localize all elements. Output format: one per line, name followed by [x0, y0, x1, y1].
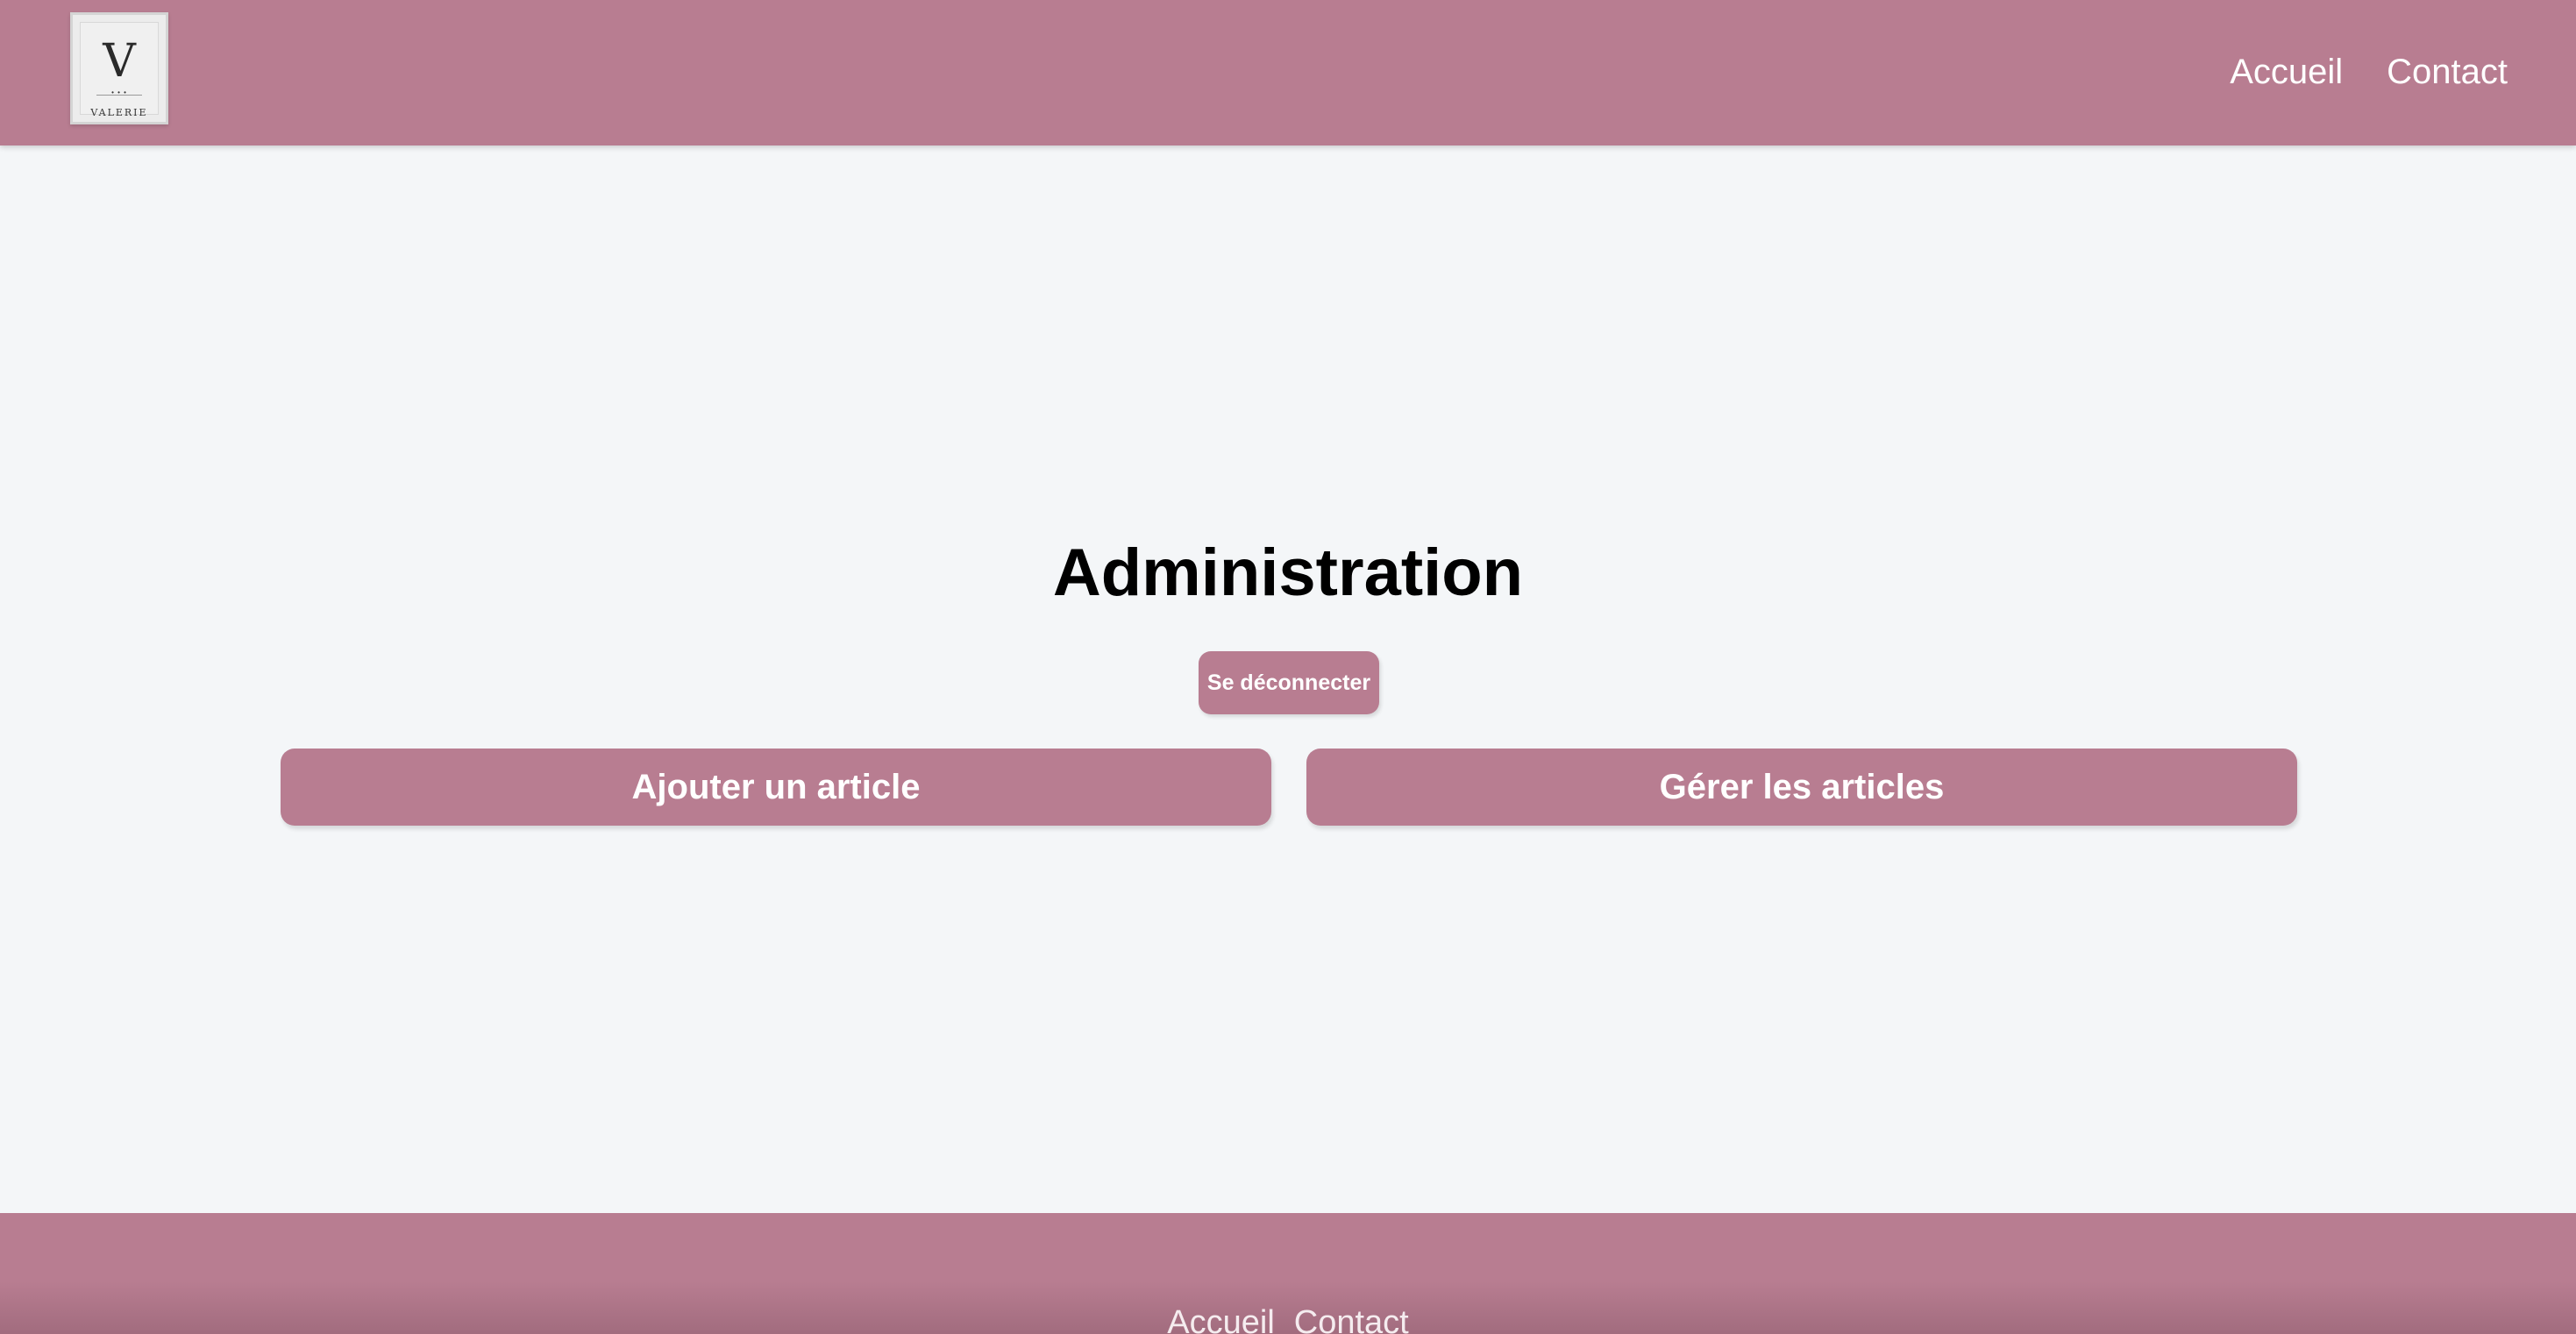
- site-footer: Accueil Contact: [0, 1213, 2576, 1334]
- logo-text: VALERIE: [90, 107, 148, 118]
- site-header: V • • • VALERIE Accueil Contact: [0, 0, 2576, 145]
- nav-link-accueil[interactable]: Accueil: [2230, 47, 2343, 96]
- manage-articles-button[interactable]: Gérer les articles: [1306, 749, 2297, 826]
- page: V • • • VALERIE Accueil Contact Administ…: [0, 0, 2576, 1334]
- footer-nav: Accueil Contact: [0, 1301, 2576, 1334]
- logout-button[interactable]: Se déconnecter: [1199, 651, 1379, 714]
- logo-divider: [96, 95, 142, 96]
- nav-link-contact[interactable]: Contact: [2387, 47, 2508, 96]
- footer-link-contact[interactable]: Contact: [1294, 1301, 1409, 1334]
- logo-link[interactable]: V • • • VALERIE: [70, 12, 168, 124]
- header-nav: Accueil Contact: [2230, 47, 2508, 96]
- page-title: Administration: [1052, 536, 1524, 610]
- logo-letter: V: [103, 35, 136, 88]
- valerie-logo-icon: V • • • VALERIE: [80, 22, 159, 118]
- add-article-button[interactable]: Ajouter un article: [281, 749, 1271, 826]
- footer-link-accueil[interactable]: Accueil: [1167, 1301, 1275, 1334]
